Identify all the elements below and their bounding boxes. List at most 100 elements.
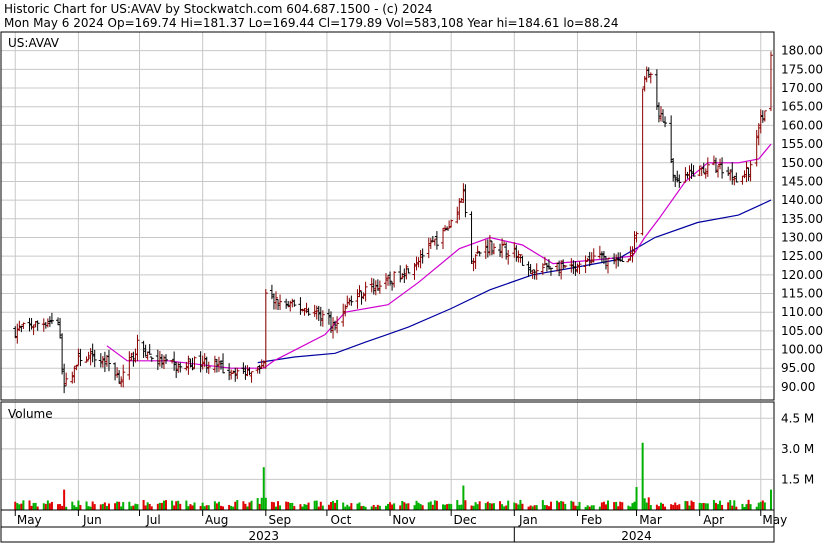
volume-bar xyxy=(486,501,489,510)
volume-bar xyxy=(692,501,695,510)
volume-bar xyxy=(607,500,610,510)
volume-bar xyxy=(222,506,225,510)
volume-bar xyxy=(132,505,135,510)
volume-bar xyxy=(549,501,552,510)
volume-bar xyxy=(417,502,420,510)
volume-bar xyxy=(619,501,622,510)
volume-bar xyxy=(372,504,375,510)
month-label: Nov xyxy=(392,513,415,527)
volume-bar xyxy=(77,500,80,510)
volume-bar xyxy=(175,501,178,510)
volume-bar xyxy=(99,504,102,510)
volume-bar xyxy=(270,501,273,510)
volume-bar xyxy=(442,504,445,510)
volume-bar xyxy=(73,505,76,510)
volume-bar xyxy=(403,502,406,510)
volume-bar xyxy=(513,502,516,510)
volume-bar xyxy=(629,506,632,510)
volume-bar xyxy=(242,501,245,510)
volume-bar xyxy=(321,505,324,510)
volume-bar xyxy=(160,502,163,510)
price-y-tick: 165.00 xyxy=(781,100,823,114)
volume-bar xyxy=(285,501,288,510)
volume-bar xyxy=(686,501,689,510)
volume-bar xyxy=(362,505,365,510)
volume-bar xyxy=(334,502,337,510)
volume-bar xyxy=(272,502,275,510)
volume-bar xyxy=(348,506,351,510)
volume-bar xyxy=(136,504,139,510)
volume-bar xyxy=(236,500,239,510)
volume-bar xyxy=(704,503,707,510)
volume-bar xyxy=(769,489,772,510)
volume-bar xyxy=(79,505,82,510)
volume-bar xyxy=(319,501,322,510)
volume-bar xyxy=(719,500,722,510)
volume-bar xyxy=(299,504,302,510)
price-y-tick: 150.00 xyxy=(781,156,823,170)
volume-bar xyxy=(655,504,658,510)
volume-bar xyxy=(747,499,750,510)
volume-bar xyxy=(519,499,522,510)
volume-bar xyxy=(293,506,296,510)
volume-bar xyxy=(101,503,104,510)
volume-bar xyxy=(727,502,730,510)
chart-background xyxy=(0,0,830,543)
volume-bar xyxy=(574,505,577,510)
volume-bar xyxy=(158,502,161,510)
volume-bar xyxy=(543,505,546,510)
volume-bar xyxy=(277,501,280,510)
volume-bar xyxy=(645,502,648,510)
volume-bar xyxy=(360,506,363,510)
volume-bar xyxy=(61,505,64,510)
volume-bar xyxy=(674,502,677,510)
volume-bar xyxy=(203,506,206,510)
volume-bar xyxy=(346,504,349,510)
volume-bar xyxy=(564,503,567,510)
volume-bar xyxy=(173,505,176,510)
volume-bar xyxy=(18,504,21,510)
month-label: Oct xyxy=(331,513,352,527)
volume-bar xyxy=(34,502,37,510)
volume-bar xyxy=(435,500,438,510)
volume-bar xyxy=(171,500,174,510)
volume-bar xyxy=(22,500,25,510)
volume-bar xyxy=(305,504,308,510)
month-label: Jul xyxy=(145,513,160,527)
volume-bar xyxy=(344,506,347,510)
volume-bar xyxy=(32,502,35,510)
volume-bar xyxy=(307,502,310,510)
volume-bar xyxy=(643,498,646,510)
volume-bar xyxy=(71,501,74,510)
month-label: May xyxy=(762,513,787,527)
volume-bar xyxy=(179,503,182,510)
volume-bar xyxy=(199,506,202,510)
volume-bar xyxy=(391,504,394,510)
volume-bar xyxy=(501,504,504,510)
volume-bar xyxy=(602,501,605,510)
month-label: Jun xyxy=(82,513,102,527)
volume-bar xyxy=(142,499,145,510)
volume-bar xyxy=(150,506,153,510)
volume-bar xyxy=(399,505,402,510)
volume-bar xyxy=(262,467,265,510)
price-y-tick: 95.00 xyxy=(781,361,815,375)
volume-bar xyxy=(415,500,418,510)
volume-bar xyxy=(207,505,210,510)
volume-bar xyxy=(234,501,237,510)
volume-bar xyxy=(193,502,196,510)
volume-bar xyxy=(662,503,665,510)
volume-bar xyxy=(484,503,487,510)
volume-bar xyxy=(384,505,387,510)
volume-bar xyxy=(130,506,133,510)
volume-bar xyxy=(633,501,636,510)
volume-bar xyxy=(613,502,616,510)
volume-bar xyxy=(759,501,762,510)
volume-bar xyxy=(761,500,764,510)
volume-bar xyxy=(279,505,282,510)
volume-bar xyxy=(59,504,62,510)
volume-bar xyxy=(450,504,453,510)
volume-bar xyxy=(215,503,218,510)
volume-bar xyxy=(63,489,66,510)
month-label: Aug xyxy=(205,513,228,527)
